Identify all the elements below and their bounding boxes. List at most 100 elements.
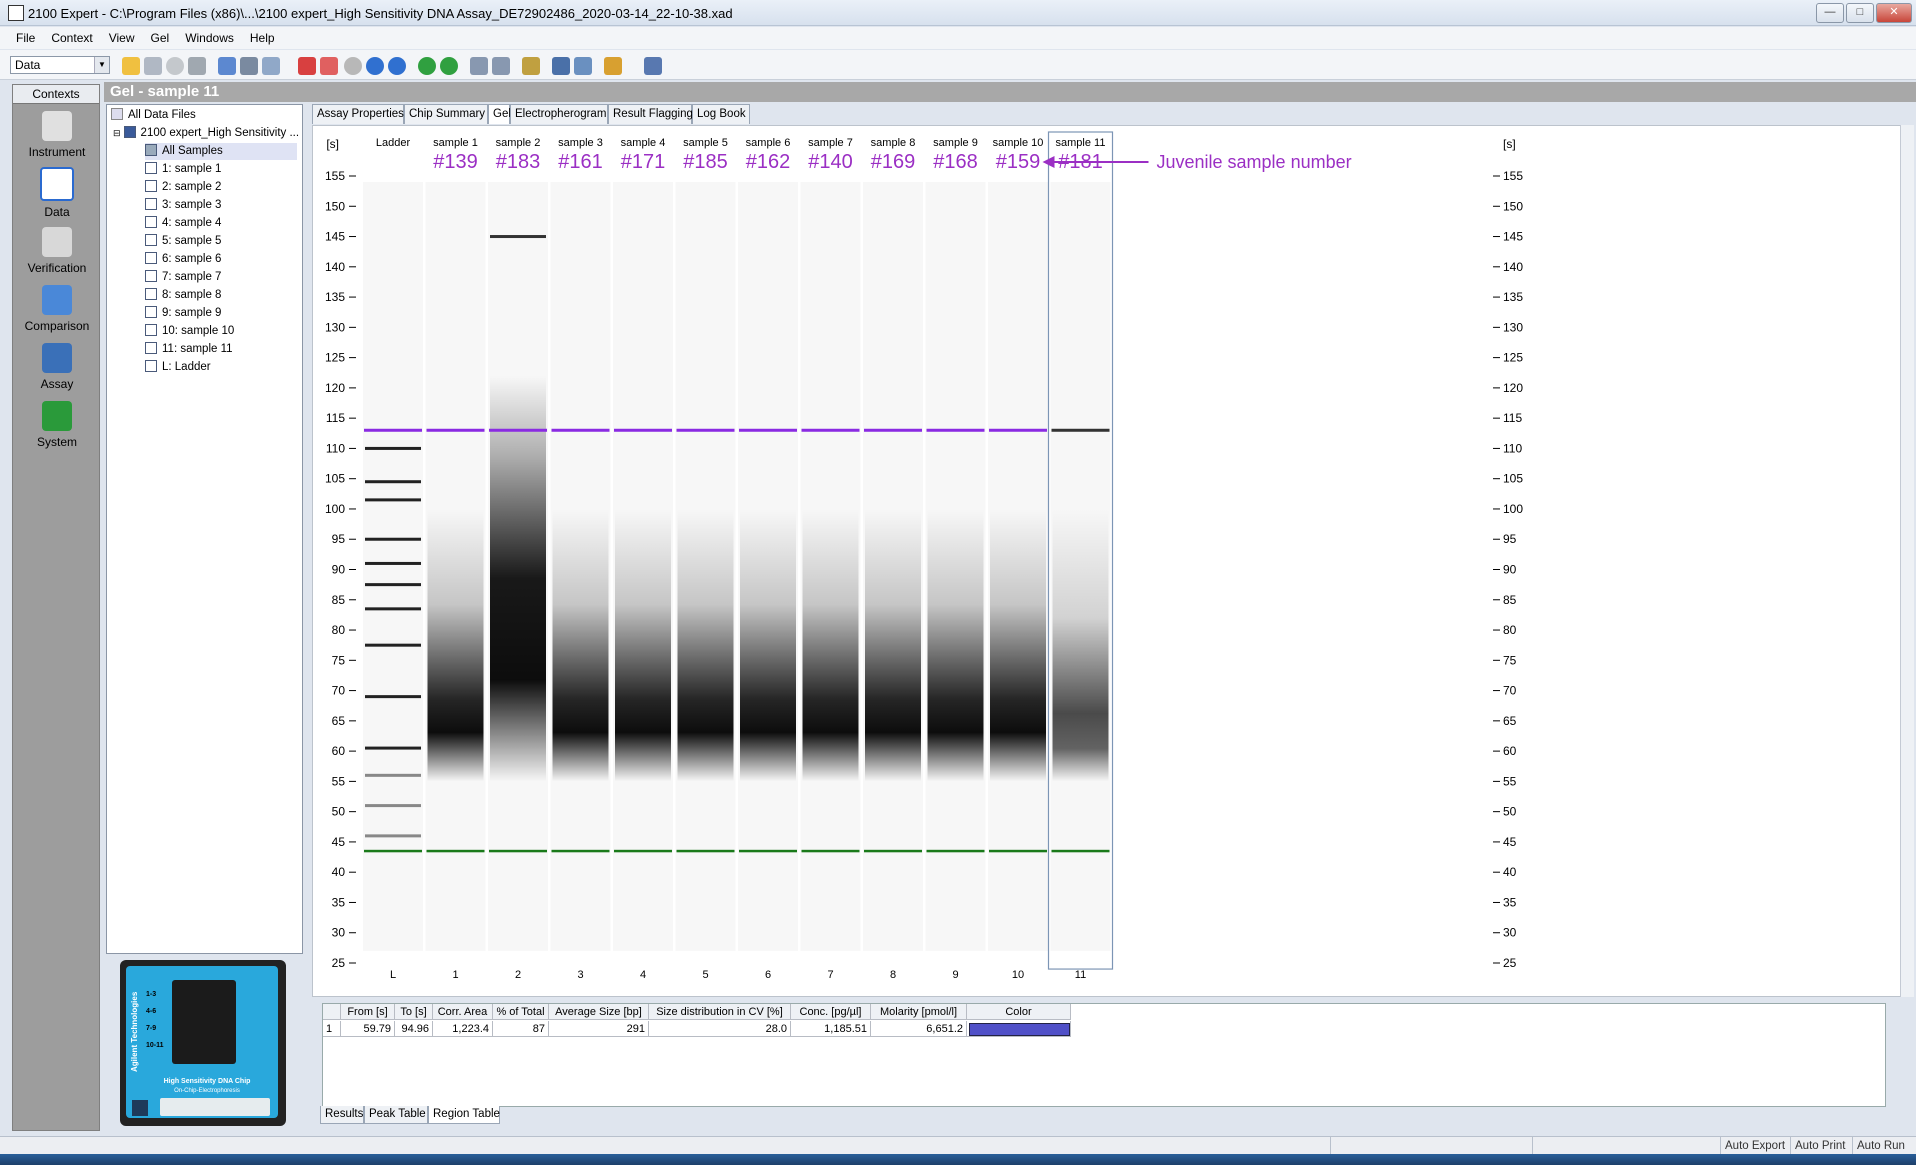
- color-swatch-cell[interactable]: [967, 1021, 1071, 1037]
- col-header[interactable]: Corr. Area: [433, 1004, 493, 1020]
- tree-item-sample-11[interactable]: 11: sample 11: [145, 341, 233, 358]
- print-setup-icon[interactable]: [166, 57, 184, 75]
- menu-view[interactable]: View: [101, 27, 143, 45]
- tree-item-sample-5[interactable]: 5: sample 5: [145, 233, 221, 250]
- chevron-down-icon[interactable]: ▼: [94, 57, 109, 73]
- context-comparison[interactable]: Comparison: [13, 285, 101, 333]
- tree-item-all-samples[interactable]: All Samples: [145, 143, 297, 160]
- tree-item-sample-10[interactable]: 10: sample 10: [145, 323, 234, 340]
- col-header[interactable]: Molarity [pmol/l]: [871, 1004, 967, 1020]
- gel-lane[interactable]: sample 3 3 #161: [550, 137, 611, 981]
- menu-file[interactable]: File: [8, 27, 43, 45]
- col-header[interactable]: From [s]: [341, 1004, 395, 1020]
- tab-assay-properties[interactable]: Assay Properties: [312, 104, 404, 124]
- tree-item-sample-3[interactable]: 3: sample 3: [145, 197, 221, 214]
- compare-icon[interactable]: [574, 57, 592, 75]
- tree-item-sample-6[interactable]: 6: sample 6: [145, 251, 221, 268]
- context-select[interactable]: Data ▼: [10, 56, 110, 74]
- tab-electropherogram[interactable]: Electropherogram: [510, 104, 608, 124]
- gel-lane[interactable]: sample 9 9 #168: [925, 137, 986, 981]
- table-cell[interactable]: 291: [549, 1021, 649, 1037]
- context-verification[interactable]: Verification: [13, 227, 101, 275]
- gel-lane[interactable]: sample 1 1 #139: [425, 137, 486, 981]
- context-data[interactable]: Data: [13, 167, 101, 219]
- menu-context[interactable]: Context: [43, 27, 100, 45]
- tree-file[interactable]: ⊟ 2100 expert_High Sensitivity ...: [113, 125, 299, 142]
- col-header[interactable]: Color: [967, 1004, 1071, 1020]
- tab-result-flagging[interactable]: Result Flagging: [608, 104, 693, 124]
- export-icon[interactable]: [552, 57, 570, 75]
- table-cell[interactable]: 59.79: [341, 1021, 395, 1037]
- col-header[interactable]: % of Total: [493, 1004, 549, 1020]
- tools-icon[interactable]: [522, 57, 540, 75]
- gel-lane[interactable]: sample 5 5 #185: [675, 137, 736, 981]
- tab-results[interactable]: Results: [320, 1106, 364, 1124]
- chart-icon[interactable]: [320, 57, 338, 75]
- tab-log-book[interactable]: Log Book: [692, 104, 750, 124]
- vertical-scrollbar[interactable]: [1900, 125, 1914, 997]
- tab-peak-table[interactable]: Peak Table: [364, 1106, 428, 1124]
- gel-lane[interactable]: Ladder L: [363, 137, 423, 981]
- context-system[interactable]: System: [13, 401, 101, 449]
- gel-lane[interactable]: sample 8 8 #169: [863, 137, 923, 981]
- tab-chip-summary[interactable]: Chip Summary: [404, 104, 488, 124]
- table-cell[interactable]: 1,185.51: [791, 1021, 871, 1037]
- context-assay[interactable]: Assay: [13, 343, 101, 391]
- tree-item-sample-2[interactable]: 2: sample 2: [145, 179, 221, 196]
- col-header[interactable]: Conc. [pg/µl]: [791, 1004, 871, 1020]
- tab-gel[interactable]: Gel: [488, 104, 511, 124]
- status-auto-export[interactable]: Auto Export: [1720, 1137, 1790, 1155]
- tree-item-sample-7[interactable]: 7: sample 7: [145, 269, 221, 286]
- gel-lane[interactable]: sample 2 2 #183: [488, 137, 548, 981]
- status-auto-print[interactable]: Auto Print: [1790, 1137, 1852, 1155]
- table-view-icon[interactable]: [262, 57, 280, 75]
- menu-help[interactable]: Help: [242, 27, 283, 45]
- col-header[interactable]: Average Size [bp]: [549, 1004, 649, 1020]
- gel-lane[interactable]: sample 10 10 #159: [988, 137, 1048, 981]
- plugin-icon[interactable]: [604, 57, 622, 75]
- axis-unit-left: [s]: [326, 137, 339, 151]
- sample-smear: [865, 508, 921, 782]
- gel-view-icon[interactable]: [240, 57, 258, 75]
- tree-item-sample-9[interactable]: 9: sample 9: [145, 305, 221, 322]
- context-instrument[interactable]: Instrument: [13, 111, 101, 159]
- tab-region-table[interactable]: Region Table: [428, 1106, 500, 1124]
- tree-view-icon[interactable]: [218, 57, 236, 75]
- tree-item-sample-8[interactable]: 8: sample 8: [145, 287, 221, 304]
- minimize-button[interactable]: —: [1816, 3, 1844, 23]
- help-icon[interactable]: [644, 57, 662, 75]
- gel-lane[interactable]: sample 6 6 #162: [738, 137, 798, 981]
- gel-lane[interactable]: sample 4 4 #171: [613, 137, 673, 981]
- table-cell[interactable]: 87: [493, 1021, 549, 1037]
- table-cell[interactable]: 6,651.2: [871, 1021, 967, 1037]
- print-icon[interactable]: [188, 57, 206, 75]
- col-header[interactable]: To [s]: [395, 1004, 433, 1020]
- status-auto-run[interactable]: Auto Run: [1852, 1137, 1916, 1155]
- tree-root[interactable]: All Data Files: [111, 107, 196, 124]
- gel-lane[interactable]: sample 1111#181: [1047, 131, 1114, 981]
- table-cell[interactable]: 28.0: [649, 1021, 791, 1037]
- save-icon[interactable]: [144, 57, 162, 75]
- maximize-button[interactable]: □: [1846, 3, 1874, 23]
- record-icon[interactable]: [388, 57, 406, 75]
- stop-icon[interactable]: [344, 57, 362, 75]
- table-cell[interactable]: 94.96: [395, 1021, 433, 1037]
- col-header[interactable]: Size distribution in CV [%]: [649, 1004, 791, 1020]
- tree-item-ladder[interactable]: L: Ladder: [145, 359, 211, 376]
- contexts-sidebar: Contexts Instrument Data Verification Co…: [12, 84, 100, 1131]
- grid-icon[interactable]: [298, 57, 316, 75]
- menu-windows[interactable]: Windows: [177, 27, 242, 45]
- zoom-icon[interactable]: [470, 57, 488, 75]
- table-cell[interactable]: 1,223.4: [433, 1021, 493, 1037]
- menu-gel[interactable]: Gel: [143, 27, 178, 45]
- table-cell[interactable]: 1: [323, 1021, 341, 1037]
- gel-lane[interactable]: sample 7 7 #140: [800, 137, 861, 981]
- back-icon[interactable]: [418, 57, 436, 75]
- find-icon[interactable]: [492, 57, 510, 75]
- open-icon[interactable]: [122, 57, 140, 75]
- tree-item-sample-4[interactable]: 4: sample 4: [145, 215, 221, 232]
- info-icon[interactable]: [366, 57, 384, 75]
- forward-icon[interactable]: [440, 57, 458, 75]
- close-button[interactable]: ✕: [1876, 3, 1912, 23]
- tree-item-sample-1[interactable]: 1: sample 1: [145, 161, 221, 178]
